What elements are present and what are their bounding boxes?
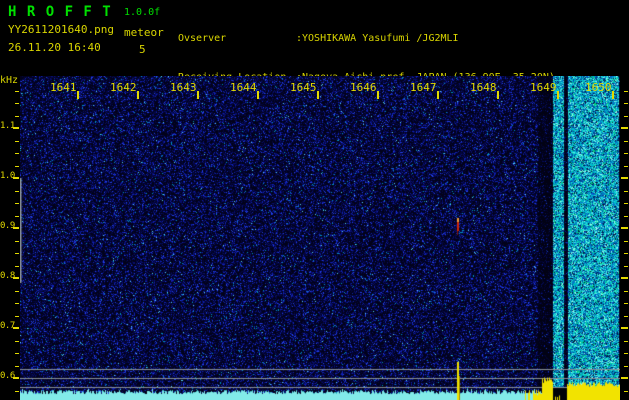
info-value: :YOSHIKAWA Yasufumi /JG2MLI: [296, 33, 459, 44]
tick-mark: [13, 327, 19, 329]
info-label: Ovserver: [178, 33, 227, 44]
tick-mark: [15, 240, 19, 242]
tick-mark: [15, 215, 19, 217]
tick-mark: [15, 315, 19, 317]
tick-mark: [15, 140, 19, 142]
tick-mark: [15, 290, 19, 292]
tick-mark: [624, 190, 628, 192]
tick-mark: [15, 165, 19, 167]
tick-mark: [624, 165, 628, 167]
tick-mark: [15, 203, 19, 204]
tick-mark: [13, 377, 19, 379]
freq-axis-unit: kHz: [0, 75, 19, 86]
tick-mark: [15, 303, 19, 304]
tick-mark: [13, 277, 19, 279]
tick-mark: [15, 103, 19, 104]
tick-mark: [624, 140, 628, 142]
tick-mark: [15, 190, 19, 192]
freq-tick-label: 0.6: [0, 371, 15, 381]
tick-mark: [15, 365, 19, 367]
tick-mark: [624, 390, 628, 392]
tick-mark: [15, 153, 19, 154]
tick-mark: [15, 265, 19, 267]
freq-tick-label: 1.0: [0, 171, 15, 181]
tick-mark: [621, 127, 628, 129]
tick-mark: [15, 115, 19, 117]
hrofft-window: H R O F F T 1.0.0f YY2611201640.png mete…: [0, 0, 629, 400]
app-title: H R O F F T: [8, 4, 112, 20]
tick-mark: [624, 103, 628, 104]
tick-mark: [624, 365, 628, 367]
tick-mark: [624, 215, 628, 217]
tick-mark: [13, 177, 19, 179]
tick-mark: [624, 353, 628, 354]
tick-mark: [13, 227, 19, 229]
tick-mark: [621, 377, 628, 379]
tick-mark: [624, 265, 628, 267]
mode-label: meteor: [124, 26, 164, 39]
meteor-count: 5: [139, 43, 146, 56]
tick-mark: [15, 253, 19, 254]
tick-mark: [15, 353, 19, 354]
tick-mark: [624, 303, 628, 304]
tick-mark: [621, 227, 628, 229]
freq-tick-label: 0.9: [0, 221, 15, 231]
spectrogram-canvas: [20, 76, 620, 400]
tick-mark: [624, 290, 628, 292]
tick-mark: [621, 177, 628, 179]
tick-mark: [621, 327, 628, 329]
freq-tick-label: 0.8: [0, 271, 15, 281]
tick-mark: [624, 203, 628, 204]
tick-mark: [13, 127, 19, 129]
tick-mark: [624, 115, 628, 117]
tick-mark: [624, 315, 628, 317]
tick-mark: [624, 90, 628, 92]
timestamp: 26.11.20 16:40: [8, 41, 101, 54]
tick-mark: [15, 90, 19, 92]
tick-mark: [15, 390, 19, 392]
output-filename: YY2611201640.png: [8, 23, 114, 36]
tick-mark: [624, 240, 628, 242]
freq-tick-label: 1.1: [0, 121, 15, 131]
info-row-observer: Ovserver :YOSHIKAWA Yasufumi /JG2MLI: [178, 32, 555, 45]
tick-mark: [624, 153, 628, 154]
app-version: 1.0.0f: [124, 7, 161, 18]
freq-tick-label: 0.7: [0, 321, 15, 331]
tick-mark: [624, 340, 628, 342]
tick-mark: [621, 277, 628, 279]
tick-mark: [624, 253, 628, 254]
tick-mark: [15, 340, 19, 342]
